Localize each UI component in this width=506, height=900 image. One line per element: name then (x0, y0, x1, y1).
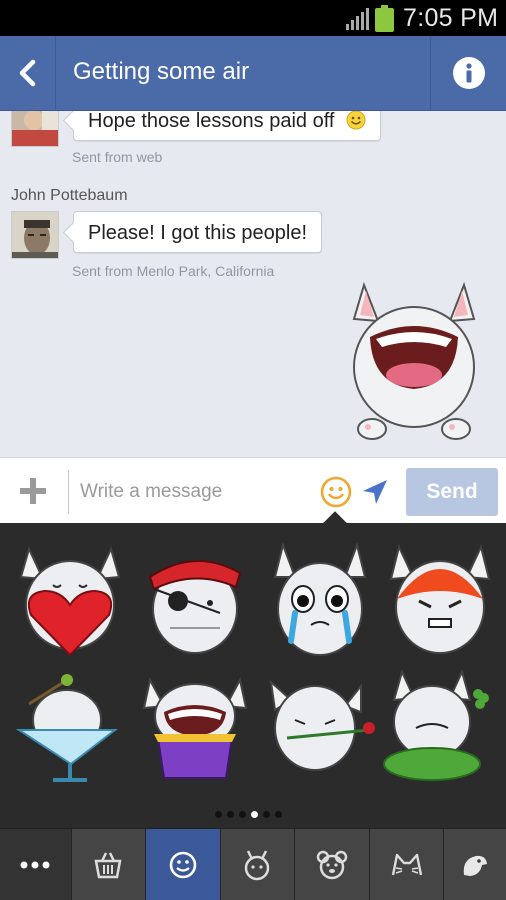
sticker-page-indicator (215, 811, 282, 818)
status-bar: 7:05 PM (0, 0, 506, 36)
info-icon (452, 57, 485, 89)
bunny-crying-sticker[interactable] (265, 543, 375, 663)
bunny-pirate-sticker[interactable] (140, 543, 250, 663)
avatar-photo (12, 212, 58, 258)
bunny-angry-sticker[interactable] (385, 543, 495, 663)
status-time: 7:05 PM (403, 4, 499, 32)
sent-sticker-laughing-bunny[interactable] (346, 281, 482, 443)
message-meta: Sent from web (72, 149, 163, 165)
avatar[interactable] (11, 211, 59, 259)
sticker-tray (0, 523, 506, 828)
info-button[interactable] (430, 36, 506, 110)
message-composer: Send (0, 457, 506, 537)
conversation-title: Getting some air (73, 58, 250, 85)
plus-icon[interactable] (18, 476, 48, 506)
bunny-clover-sticker[interactable] (380, 668, 490, 788)
battery-charging-icon (375, 5, 394, 32)
smiley-face-icon[interactable] (320, 476, 352, 508)
avatar[interactable] (11, 111, 59, 147)
smiley-face-icon (169, 851, 197, 879)
bunny-cake-sticker[interactable] (140, 668, 250, 788)
conversation-header: Getting some air (0, 36, 506, 111)
sticker-store-basket-icon (94, 852, 122, 879)
back-button[interactable] (0, 36, 56, 110)
page-dot[interactable] (239, 811, 246, 818)
bunny-heart-sticker[interactable] (15, 543, 125, 663)
sender-name: John Pottebaum (11, 187, 128, 204)
cat-face-icon (391, 853, 422, 876)
location-arrow-icon[interactable] (361, 478, 389, 506)
message-bubble[interactable]: Hope those lessons paid off (73, 111, 382, 141)
bunny-rose-sticker[interactable] (265, 668, 375, 788)
sticker-pack-tabs (0, 828, 506, 900)
page-dot[interactable] (275, 811, 282, 818)
message-input[interactable] (80, 470, 310, 514)
avatar-photo (12, 111, 58, 146)
composer-divider (68, 470, 69, 514)
message-bubble[interactable]: Please! I got this people! (73, 211, 323, 253)
page-dot[interactable] (263, 811, 270, 818)
message-text: Please! I got this people! (88, 222, 308, 244)
send-button[interactable]: Send (406, 468, 498, 516)
tab-more[interactable] (0, 829, 72, 900)
tab-sticker-pack-cat[interactable] (369, 829, 445, 900)
page-dot-active[interactable] (251, 811, 258, 818)
message-meta: Sent from Menlo Park, California (72, 263, 275, 279)
bunny-martini-sticker[interactable] (15, 668, 125, 788)
message-text: Hope those lessons paid off (88, 111, 335, 132)
tab-sticker-pack-bird[interactable] (444, 829, 506, 900)
back-arrow-icon (19, 59, 35, 87)
message-list[interactable]: Hope those lessons paid off Sent from we… (0, 111, 506, 457)
more-dots-icon (20, 861, 50, 869)
tab-sticker-pack-bunny[interactable] (220, 829, 296, 900)
page-dot[interactable] (227, 811, 234, 818)
bear-face-icon (316, 850, 348, 880)
tab-emoticons[interactable] (146, 829, 221, 900)
tab-sticker-store[interactable] (71, 829, 147, 900)
cellular-signal-icon (346, 8, 369, 30)
bunny-face-icon (245, 850, 270, 881)
bird-icon (463, 855, 488, 876)
tab-sticker-pack-bear[interactable] (295, 829, 370, 900)
page-dot[interactable] (215, 811, 222, 818)
smiley-emoji-icon (346, 111, 366, 130)
